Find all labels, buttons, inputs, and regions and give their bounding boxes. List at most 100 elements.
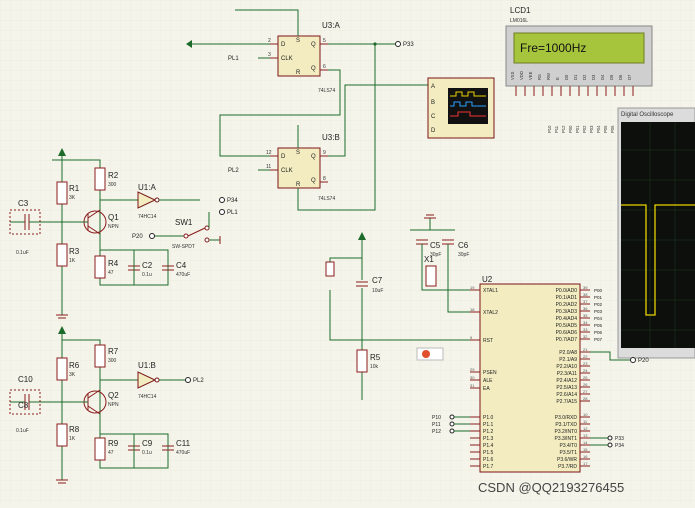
svg-text:R9: R9 (108, 439, 119, 448)
watermark-text: CSDN @QQ2193276455 (478, 480, 624, 495)
mcu-p1-pin-label: P1.7 (483, 464, 494, 470)
mcu-pin-number: 31 (470, 383, 475, 388)
svg-text:8: 8 (323, 176, 326, 182)
svg-text:U1:A: U1:A (138, 183, 156, 192)
svg-text:S: S (296, 150, 300, 156)
mcu-pin-label: P0.1/AD1 (556, 295, 578, 301)
svg-text:U2: U2 (482, 275, 493, 284)
mcu-pin-number: 27 (583, 389, 588, 394)
mcu-pin-number: 26 (583, 382, 588, 387)
schematic-canvas[interactable]: U3:A 74LS74 D CLK Q Q S R 23 56 U3:B 74L… (0, 0, 695, 503)
mcu-pin-number: 25 (583, 375, 588, 380)
svg-text:CLK: CLK (281, 56, 293, 62)
mcu-pin-label: P2.0/A8 (559, 350, 577, 356)
mcu-p0-net-label: P02 (594, 302, 603, 307)
svg-text:C5: C5 (430, 241, 441, 250)
svg-text:C8: C8 (18, 401, 29, 410)
mcu-net-label: P11 (432, 422, 441, 428)
lcd-net-label: P11 (554, 125, 559, 133)
mcu-pin-label: P2.1/A9 (559, 357, 577, 363)
mcu-pin-label: P3.7/RD (558, 464, 577, 470)
u3b-ref: U3:B (322, 133, 340, 142)
mcu-pin-label: P2.5/A13 (556, 385, 577, 391)
lcd-pin-label: VDD (519, 71, 524, 80)
svg-text:NPN: NPN (108, 224, 119, 230)
mcu-pin-number: 30 (470, 375, 475, 380)
mcu-net-label: P10 (432, 415, 441, 421)
lcd-pin-label: E (555, 77, 560, 80)
svg-text:SW1: SW1 (175, 218, 193, 227)
svg-text:Q: Q (311, 178, 316, 184)
mcu-net-label: P34 (615, 443, 624, 449)
mcu-pin-number: 14 (583, 440, 588, 445)
mcu-p1-pin-label: P1.3 (483, 436, 494, 442)
lcd-pin-label: D6 (618, 74, 623, 80)
lcd-display-text: Fre=1000Hz (520, 41, 586, 55)
svg-text:1K: 1K (69, 436, 76, 442)
mcu-pin-label: XTAL1 (483, 288, 498, 294)
lcd-pin-label: D3 (591, 74, 596, 80)
svg-text:470uF: 470uF (176, 272, 190, 278)
mcu-p0-net-label: P03 (594, 309, 603, 314)
scope-window-title: Digital Oscilloscope (621, 112, 674, 118)
mcu-p0-net-label: P05 (594, 323, 603, 328)
lcd-model: LM016L (510, 18, 528, 24)
mcu-pin-label: P3.5/T1 (559, 450, 577, 456)
svg-text:R7: R7 (108, 347, 119, 356)
mcu-pin-label: P0.7/AD7 (556, 337, 578, 343)
u3b-part: 74LS74 (318, 196, 335, 202)
probe-tool-icon[interactable] (416, 347, 444, 361)
svg-text:11: 11 (266, 164, 271, 170)
lcd-net-label: P01 (575, 125, 580, 133)
svg-text:3K: 3K (69, 195, 76, 201)
mcu-pin-label: P2.4/A12 (556, 378, 577, 384)
svg-text:R5: R5 (370, 353, 381, 362)
svg-text:0.1u: 0.1u (142, 450, 152, 456)
svg-text:1K: 1K (69, 258, 76, 264)
mcu-pin-number: 35 (583, 313, 588, 318)
net-pl2-ff: PL2 (228, 168, 239, 174)
svg-text:P20: P20 (638, 358, 649, 364)
mcu-pin-label: P0.6/AD6 (556, 330, 578, 336)
svg-text:C11: C11 (176, 439, 191, 448)
svg-text:Q1: Q1 (108, 213, 119, 222)
lcd-pin-label: D1 (573, 74, 578, 80)
svg-text:0.1u: 0.1u (142, 272, 152, 278)
mcu-pin-number: 19 (470, 285, 475, 290)
mcu-pin-number: 34 (583, 320, 588, 325)
mcu-pin-number: 32 (583, 334, 588, 339)
mcu-pin-label: P3.1/TXD (555, 422, 577, 428)
svg-text:30pF: 30pF (458, 252, 469, 258)
lcd-pin-label: RS (537, 74, 542, 80)
lcd-net-label: P00 (568, 125, 573, 133)
lcd-pin-label: D5 (609, 74, 614, 80)
mcu-pin-number: 15 (583, 447, 588, 452)
mcu-u2[interactable]: U2 XTAL119XTAL218RST9PSEN29ALE30EA31 P1.… (470, 275, 590, 473)
svg-text:10k: 10k (370, 364, 379, 370)
mcu-pin-number: 22 (583, 354, 588, 359)
svg-text:R: R (296, 70, 301, 76)
lcd-pin-label: D2 (582, 74, 587, 80)
svg-text:D: D (431, 128, 436, 134)
svg-text:CLK: CLK (281, 168, 293, 174)
svg-text:C4: C4 (176, 261, 187, 270)
lcd-net-label: P02 (582, 125, 587, 133)
mcu-pin-number: 29 (470, 367, 475, 372)
lcd-net-label: P05 (603, 125, 608, 133)
svg-text:R8: R8 (69, 425, 80, 434)
mcu-net-label: P12 (432, 429, 441, 435)
mcu-pin-number: 39 (583, 285, 588, 290)
svg-text:PL2: PL2 (193, 378, 204, 384)
svg-text:NPN: NPN (108, 402, 119, 408)
mcu-pin-number: 24 (583, 368, 588, 373)
digital-oscilloscope-window[interactable]: Digital Oscilloscope (617, 107, 695, 359)
svg-text:PL1: PL1 (227, 210, 238, 216)
svg-text:Q2: Q2 (108, 391, 119, 400)
mcu-pin-label: P2.7/A15 (556, 399, 577, 405)
svg-text:U1:B: U1:B (138, 361, 156, 370)
svg-text:74HC14: 74HC14 (138, 214, 157, 220)
oscilloscope-probe-block[interactable]: A B C D (427, 77, 495, 139)
svg-text:X1: X1 (424, 255, 434, 264)
mcu-p0-net-label: P06 (594, 330, 603, 335)
svg-text:C7: C7 (372, 276, 383, 285)
